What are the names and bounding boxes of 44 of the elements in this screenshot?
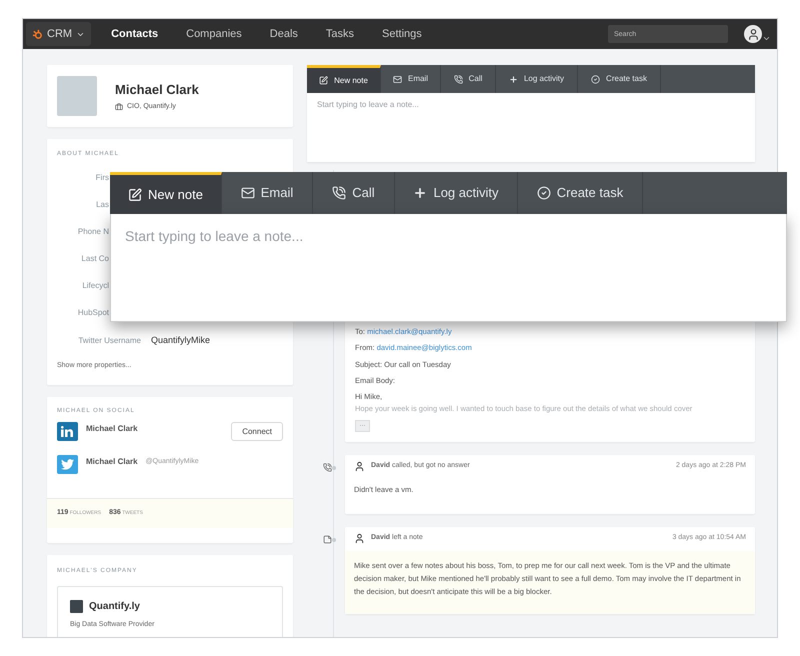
- property-value: QuantifylyMike: [151, 334, 210, 348]
- phone-icon: [332, 186, 346, 200]
- phone-icon: [323, 462, 332, 472]
- nav-link[interactable]: Deals: [270, 26, 298, 42]
- check-circle-icon: [591, 74, 600, 84]
- avatar-icon: [354, 533, 365, 544]
- company-name: Quantify.ly: [89, 600, 140, 614]
- property-label: Phone N: [76, 226, 109, 238]
- plus-icon: [508, 74, 518, 84]
- nav-link[interactable]: Tasks: [326, 26, 354, 42]
- crm-menu-button[interactable]: CRM: [26, 22, 92, 46]
- property-label: Twitter Username: [77, 335, 141, 348]
- check-circle-icon: [536, 186, 551, 200]
- nav-link[interactable]: Companies: [186, 26, 242, 42]
- envelope-icon: [392, 74, 402, 84]
- plus-icon: [413, 186, 428, 200]
- pencil-icon: [128, 188, 142, 202]
- composer-tab[interactable]: New note: [307, 65, 381, 93]
- social-name: Michael Clark: [86, 423, 138, 435]
- avatar-icon[interactable]: [744, 25, 762, 43]
- note-icon: [323, 534, 332, 544]
- composer-tab[interactable]: New note: [110, 172, 222, 214]
- envelope-icon: [240, 186, 255, 200]
- property-label: HubSpot: [76, 307, 109, 320]
- contact-name: Michael Clark: [115, 80, 199, 98]
- phone-icon: [454, 74, 463, 84]
- sprocket-icon: [32, 28, 43, 40]
- note-field[interactable]: Start typing to leave a note...: [110, 214, 787, 322]
- pencil-icon: [319, 76, 328, 85]
- social-name: Michael Clark: [86, 456, 138, 468]
- property-label: Firs: [94, 172, 109, 184]
- property-label: Last Co: [80, 253, 109, 266]
- company-logo-icon: [70, 600, 83, 613]
- connect-button[interactable]: Connect: [231, 422, 283, 441]
- photo-placeholder: [57, 76, 97, 116]
- property-label: Las: [95, 199, 109, 212]
- nav-link[interactable]: Settings: [382, 26, 422, 42]
- nav-link[interactable]: Contacts: [111, 26, 158, 42]
- briefcase-icon: [115, 103, 123, 112]
- avatar-icon: [354, 461, 365, 472]
- linkedin-logo-icon: [57, 422, 78, 441]
- bird-logo-icon: [57, 455, 78, 474]
- property-label: Lifecycl: [81, 280, 109, 292]
- note-field[interactable]: Start typing to leave a note...: [307, 93, 755, 162]
